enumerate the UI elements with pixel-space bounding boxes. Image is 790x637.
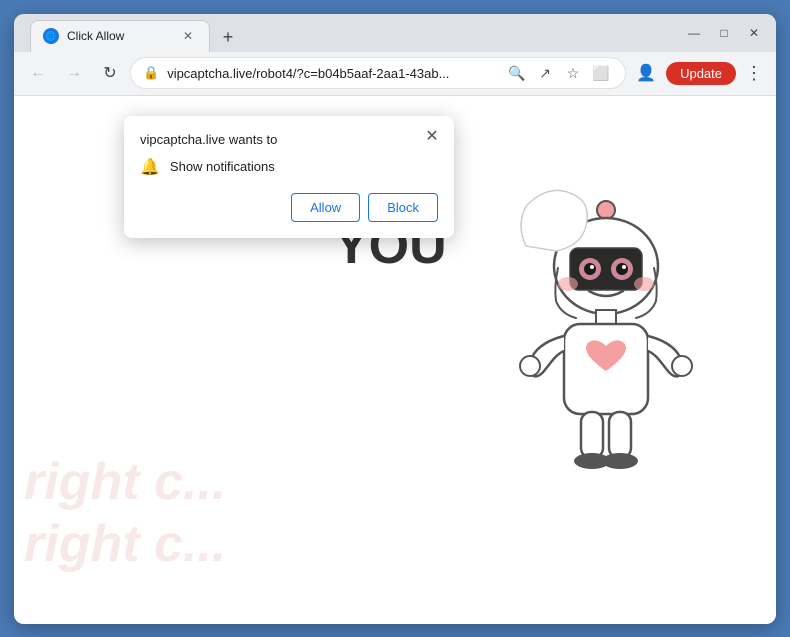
share-icon-btn[interactable]: ↗ <box>533 61 557 85</box>
robot-svg <box>496 186 716 526</box>
window-controls: — □ ✕ <box>680 19 768 47</box>
bookmark-icon-btn[interactable]: ☆ <box>561 61 585 85</box>
new-tab-button[interactable]: + <box>214 24 242 52</box>
popup-close-button[interactable]: ✕ <box>420 124 444 148</box>
forward-button[interactable]: → <box>58 57 90 89</box>
refresh-button[interactable]: ↻ <box>94 57 126 89</box>
page-content: right c... right c... YOU <box>14 96 776 624</box>
tab-favicon: 🌐 <box>43 28 59 44</box>
update-button[interactable]: Update <box>666 62 736 85</box>
block-button[interactable]: Block <box>368 193 438 222</box>
profile-button[interactable]: 👤 <box>630 57 662 89</box>
allow-button[interactable]: Allow <box>291 193 360 222</box>
popup-notification-text: Show notifications <box>170 159 275 174</box>
lock-icon: 🔒 <box>143 65 159 81</box>
popup-notification-row: 🔔 Show notifications <box>140 157 438 177</box>
tab-bar: 🌐 Click Allow ✕ + <box>22 14 768 52</box>
tab-title: Click Allow <box>67 29 171 43</box>
robot-illustration <box>496 186 716 526</box>
nav-right-controls: 👤 Update ⋮ <box>630 57 768 89</box>
address-bar[interactable]: 🔒 vipcaptcha.live/robot4/?c=b04b5aaf-2aa… <box>130 57 626 89</box>
active-tab[interactable]: 🌐 Click Allow ✕ <box>30 20 210 52</box>
title-bar: 🌐 Click Allow ✕ + — □ ✕ <box>14 14 776 52</box>
address-icons: 🔍 ↗ ☆ ⬜ <box>505 61 613 85</box>
bell-icon: 🔔 <box>140 157 160 177</box>
back-button[interactable]: ← <box>22 57 54 89</box>
minimize-button[interactable]: — <box>680 19 708 47</box>
url-text: vipcaptcha.live/robot4/?c=b04b5aaf-2aa1-… <box>167 66 497 81</box>
search-icon-btn[interactable]: 🔍 <box>505 61 529 85</box>
popup-title: vipcaptcha.live wants to <box>140 132 438 147</box>
nav-bar: ← → ↻ 🔒 vipcaptcha.live/robot4/?c=b04b5a… <box>14 52 776 96</box>
maximize-button[interactable]: □ <box>710 19 738 47</box>
notification-popup: ✕ vipcaptcha.live wants to 🔔 Show notifi… <box>124 116 454 238</box>
split-icon-btn[interactable]: ⬜ <box>589 61 613 85</box>
close-button[interactable]: ✕ <box>740 19 768 47</box>
more-menu-button[interactable]: ⋮ <box>740 59 768 87</box>
tab-close-button[interactable]: ✕ <box>179 27 197 45</box>
popup-buttons: Allow Block <box>140 193 438 222</box>
browser-window: 🌐 Click Allow ✕ + — □ ✕ ← → ↻ 🔒 vipcaptc… <box>14 14 776 624</box>
